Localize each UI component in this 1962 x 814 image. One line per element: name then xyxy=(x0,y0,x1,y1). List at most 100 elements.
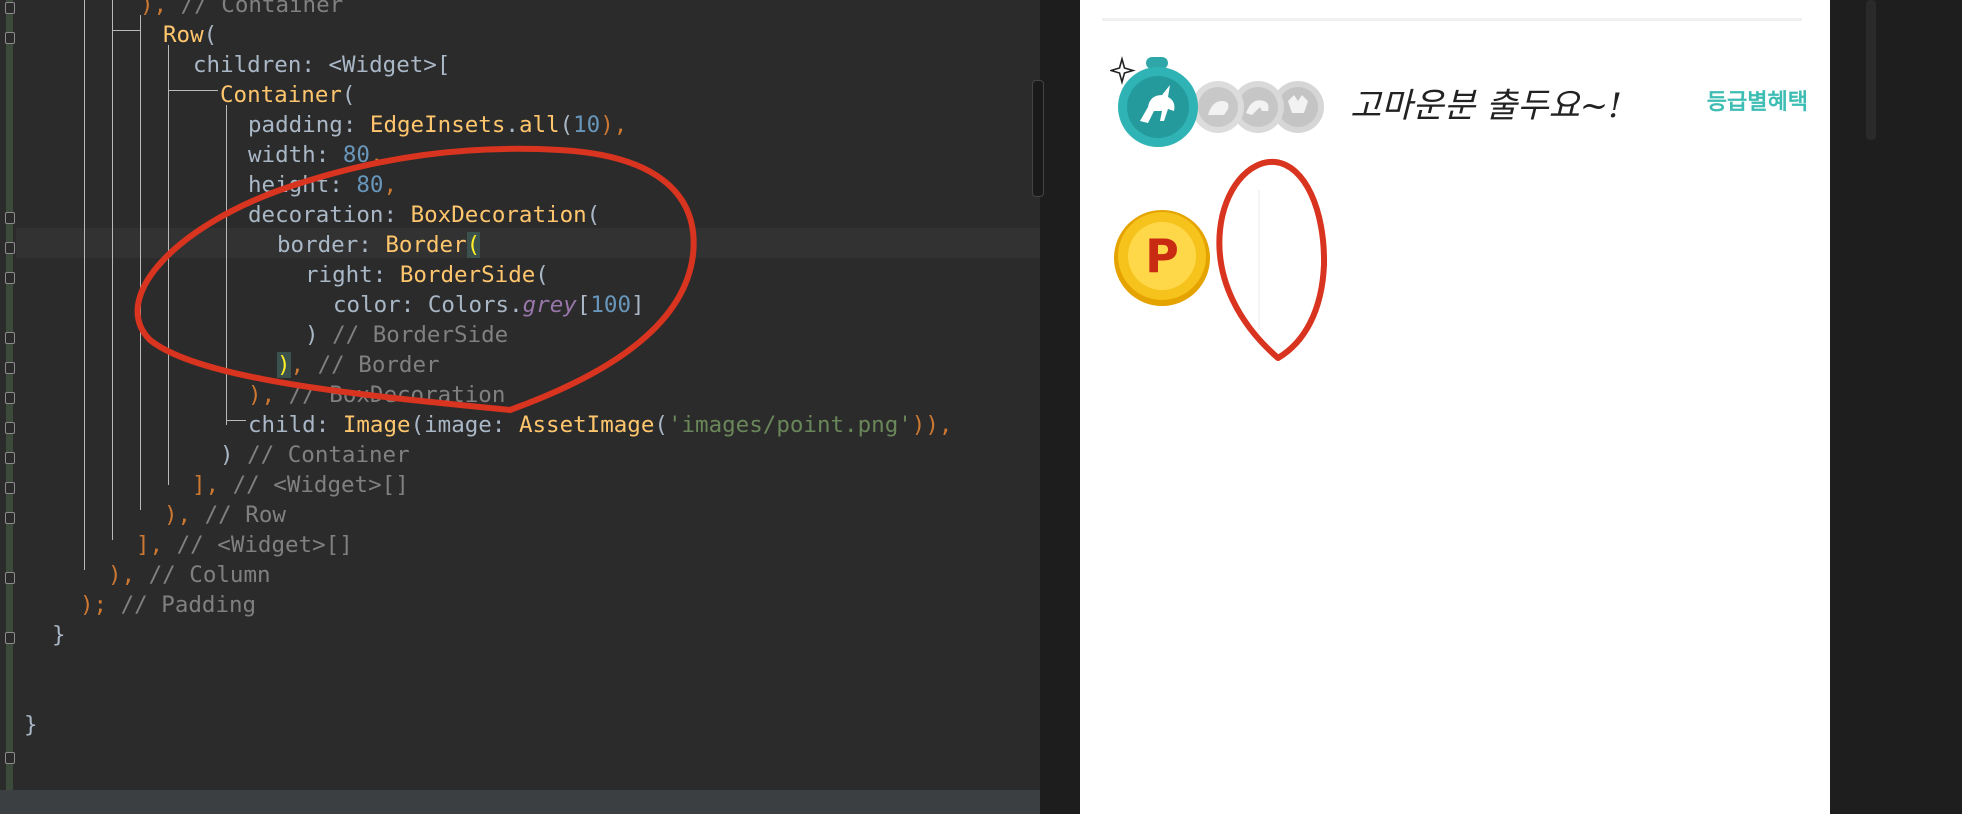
code-line[interactable]: ), // Column xyxy=(108,560,271,590)
code-line[interactable]: ], // <Widget>[] xyxy=(136,530,353,560)
code-token: height: xyxy=(248,172,357,198)
code-line[interactable]: border: Border( xyxy=(277,230,481,260)
code-line[interactable]: child: Image(image: AssetImage('images/p… xyxy=(248,410,952,440)
code-line[interactable]: ), // Row xyxy=(164,500,286,530)
code-token: 'images/point.png' xyxy=(667,412,912,438)
code-token: Container xyxy=(220,82,342,108)
code-line[interactable]: ) // Container xyxy=(220,440,410,470)
code-token: 10 xyxy=(573,112,601,138)
indent-guide-corner xyxy=(226,420,246,421)
app-preview: 고마운분 출두요~! 등급별혜택 P xyxy=(1080,0,1830,814)
code-line[interactable]: ), // Border xyxy=(277,350,440,380)
code-token: color: xyxy=(333,292,428,318)
code-token: ), xyxy=(600,112,628,138)
code-token: ], xyxy=(192,472,220,498)
code-token: (image: xyxy=(410,412,519,438)
code-token: width: xyxy=(248,142,343,168)
fold-marker-icon[interactable] xyxy=(5,272,15,284)
code-token: grey xyxy=(522,292,577,318)
caret-line-highlight xyxy=(16,228,1040,258)
indent-guide xyxy=(168,45,169,485)
code-token: BorderSide xyxy=(399,262,536,288)
fold-marker-icon[interactable] xyxy=(5,212,15,224)
device-frame-gutter xyxy=(1830,0,1962,814)
code-editor[interactable]: ), // Container Row(children: <Widget>[Co… xyxy=(0,0,1040,814)
code-line[interactable]: } xyxy=(24,710,38,740)
fold-marker-icon[interactable] xyxy=(5,2,15,14)
code-token: } xyxy=(24,712,38,738)
fold-marker-icon[interactable] xyxy=(5,452,15,464)
fold-marker-icon[interactable] xyxy=(5,572,15,584)
section-divider xyxy=(1102,18,1802,21)
code-token: ), xyxy=(140,0,181,18)
code-token: , xyxy=(369,142,384,168)
grade-badges xyxy=(1110,56,1324,147)
point-coin-letter: P xyxy=(1145,229,1179,283)
greeting-text: 고마운분 출두요~! xyxy=(1350,86,1622,126)
fold-marker-icon[interactable] xyxy=(5,422,15,434)
point-coin-icon: P xyxy=(1114,210,1210,306)
code-line[interactable]: Container( xyxy=(220,80,355,110)
preview-scroll-thumb[interactable] xyxy=(1866,0,1876,140)
unicorn-badge-icon xyxy=(1118,57,1198,147)
code-token: BoxDecoration xyxy=(410,202,587,228)
code-token: ( xyxy=(559,112,574,138)
code-token: ) xyxy=(277,352,291,378)
code-token: ) xyxy=(220,442,248,468)
grade-badge-icon-2 xyxy=(1192,81,1244,133)
code-token: // <Widget>[] xyxy=(219,472,409,498)
code-token: Image xyxy=(342,412,411,438)
code-line[interactable]: Row( xyxy=(163,20,217,50)
code-line[interactable]: ), // Container xyxy=(140,0,343,20)
code-token: ( xyxy=(586,202,601,228)
fold-marker-icon[interactable] xyxy=(5,392,15,404)
code-token: all xyxy=(518,112,560,138)
code-token: ( xyxy=(466,232,481,258)
code-line[interactable]: ) // BorderSide xyxy=(305,320,508,350)
indent-guide xyxy=(226,105,227,425)
code-line[interactable]: right: BorderSide( xyxy=(305,260,549,290)
code-token: decoration: xyxy=(248,202,411,228)
code-line[interactable]: ], // <Widget>[] xyxy=(192,470,409,500)
code-line[interactable]: color: Colors.grey[100] xyxy=(333,290,645,320)
code-token: 80 xyxy=(342,142,370,168)
code-token: ) xyxy=(305,322,333,348)
code-token: )), xyxy=(911,412,953,438)
horizontal-scrollbar[interactable] xyxy=(0,790,1040,814)
code-line[interactable]: width: 80, xyxy=(248,140,383,170)
fold-marker-icon[interactable] xyxy=(5,242,15,254)
code-token: border: xyxy=(277,232,386,258)
split-divider[interactable] xyxy=(1040,0,1080,814)
fold-marker-icon[interactable] xyxy=(5,332,15,344)
fold-marker-icon[interactable] xyxy=(5,362,15,374)
code-token: // Container xyxy=(247,442,410,468)
fold-marker-icon[interactable] xyxy=(5,482,15,494)
fold-marker-icon[interactable] xyxy=(5,752,15,764)
code-token: ( xyxy=(341,82,356,108)
code-line[interactable]: children: <Widget>[ xyxy=(193,50,450,80)
code-token: ), xyxy=(108,562,136,588)
fold-marker-icon[interactable] xyxy=(5,632,15,644)
code-token: 80 xyxy=(356,172,384,198)
code-token: Colors. xyxy=(427,292,523,318)
code-line[interactable]: ); // Padding xyxy=(80,590,256,620)
code-token: ], xyxy=(136,532,164,558)
editor-scroll-thumb[interactable] xyxy=(1032,80,1044,197)
grade-benefits-link[interactable]: 등급별혜택 xyxy=(1707,84,1808,116)
code-line[interactable]: height: 80, xyxy=(248,170,397,200)
code-line[interactable]: padding: EdgeInsets.all(10), xyxy=(248,110,627,140)
code-line[interactable]: } xyxy=(52,620,66,650)
point-container: P xyxy=(1102,190,1260,330)
code-token: ( xyxy=(203,22,218,48)
code-token: , xyxy=(383,172,398,198)
code-token: ( xyxy=(535,262,549,288)
code-line[interactable]: decoration: BoxDecoration( xyxy=(248,200,600,230)
indent-guide-corner xyxy=(168,90,218,91)
code-line[interactable]: ), // BoxDecoration xyxy=(248,380,505,410)
fold-marker-icon[interactable] xyxy=(5,32,15,44)
code-token: // BoxDecoration xyxy=(275,382,506,408)
code-token: // Container xyxy=(180,0,344,18)
fold-marker-icon[interactable] xyxy=(5,512,15,524)
indent-guide xyxy=(112,0,113,540)
code-token: child: xyxy=(248,412,343,438)
